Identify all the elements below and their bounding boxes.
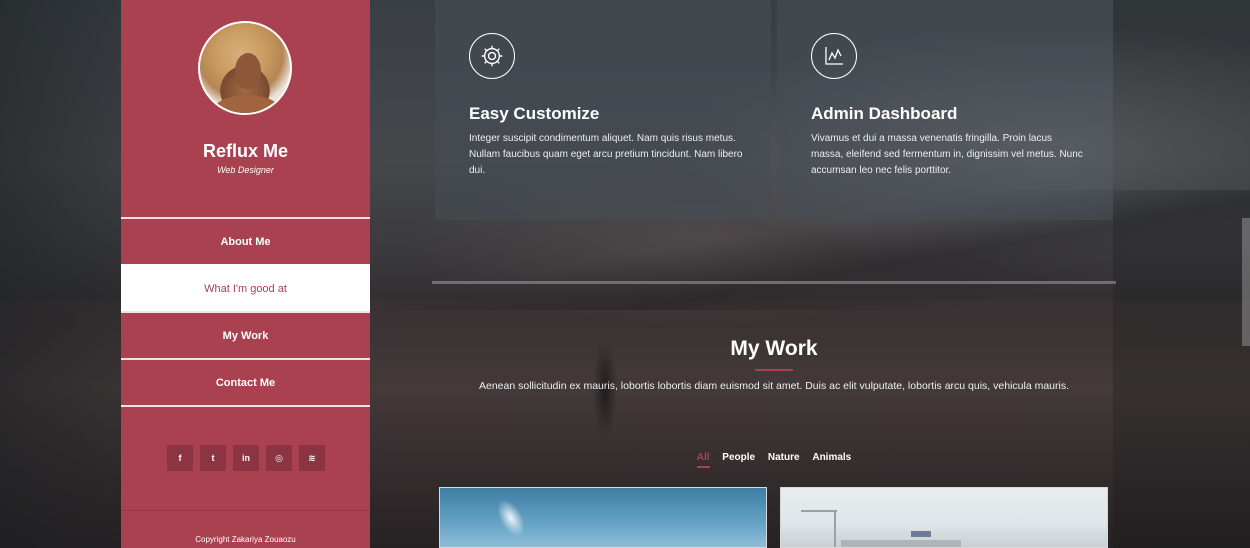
portfolio-thumbnail[interactable]: [439, 487, 767, 548]
scrollbar-thumb[interactable]: [1242, 218, 1250, 346]
thumbnail-structure: [834, 510, 836, 547]
feature-card-admin-dashboard: Admin Dashboard Vivamus et dui a massa v…: [777, 0, 1113, 220]
filter-people[interactable]: People: [722, 452, 755, 463]
feature-title: Admin Dashboard: [811, 104, 958, 123]
section-title: My Work: [730, 337, 818, 360]
rss-icon[interactable]: ≋: [299, 445, 325, 471]
thumbnail-building: [841, 540, 961, 547]
nav-item-about-me[interactable]: About Me: [121, 217, 370, 264]
nav-item-contact-me[interactable]: Contact Me: [121, 358, 370, 405]
section-description: Aenean sollicitudin ex mauris, lobortis …: [478, 380, 1069, 392]
facebook-icon[interactable]: f: [167, 445, 193, 471]
thumbnail-light-flare: [491, 495, 531, 541]
nav-item-what-im-good-at[interactable]: What I'm good at: [121, 264, 370, 311]
thumbnail-structure: [801, 510, 837, 512]
thumbnail-flag: [911, 531, 931, 537]
filter-animals[interactable]: Animals: [812, 452, 851, 463]
gear-icon: [469, 33, 515, 79]
profile-role: Web Designer: [217, 165, 274, 175]
avatar: [198, 21, 292, 115]
sidebar: Reflux Me Web Designer About Me What I'm…: [121, 0, 370, 548]
portfolio-filters: All People Nature Animals: [432, 452, 1116, 468]
filter-all[interactable]: All: [696, 452, 710, 468]
portfolio-thumbnail[interactable]: [780, 487, 1108, 548]
sidebar-nav: About Me What I'm good at My Work Contac…: [121, 217, 370, 407]
filter-nature[interactable]: Nature: [768, 452, 800, 463]
sidebar-footer-divider: [121, 510, 370, 511]
copyright-text: Copyright Zakariya Zouaozu: [195, 535, 296, 544]
social-links: f t in ◎ ≋: [167, 445, 325, 471]
section-divider: [432, 281, 1116, 284]
avatar-face: [235, 53, 261, 89]
chart-icon: [811, 33, 857, 79]
left-gutter: [0, 0, 121, 548]
feature-card-easy-customize: Easy Customize Integer suscipit condimen…: [435, 0, 771, 220]
dribbble-icon[interactable]: ◎: [266, 445, 292, 471]
title-underline: [755, 369, 793, 371]
feature-text: Vivamus et dui a massa venenatis fringil…: [811, 133, 1083, 176]
twitter-icon[interactable]: t: [200, 445, 226, 471]
right-gutter: [1113, 0, 1250, 548]
avatar-shoulders: [214, 95, 280, 113]
linkedin-icon[interactable]: in: [233, 445, 259, 471]
profile-name: Reflux Me: [202, 141, 289, 161]
feature-title: Easy Customize: [469, 104, 600, 123]
nav-item-my-work[interactable]: My Work: [121, 311, 370, 358]
feature-text: Integer suscipit condimentum aliquet. Na…: [469, 133, 743, 176]
